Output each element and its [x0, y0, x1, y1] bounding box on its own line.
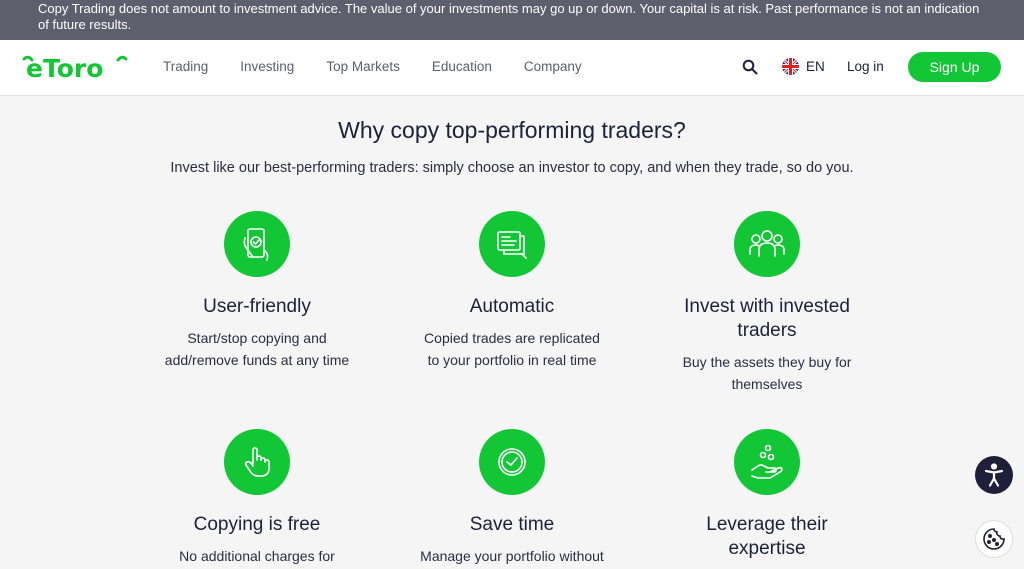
nav-education[interactable]: Education [432, 59, 492, 74]
people-icon [734, 211, 800, 277]
accessibility-button[interactable] [975, 456, 1013, 494]
uk-flag-icon [782, 58, 799, 75]
top-navbar: eToro Trading Investing Top Markets Educ… [0, 40, 1024, 96]
feature-description: No additional charges for [179, 548, 335, 564]
etoro-logo[interactable]: eToro [22, 51, 128, 81]
feature-title: Save time [469, 514, 555, 535]
feature-save-time: Save time Manage your portfolio without [392, 429, 632, 567]
feature-copying-is-free: Copying is free No additional charges fo… [137, 429, 377, 567]
feature-title: Automatic [469, 296, 555, 317]
section-subtitle: Invest like our best-performing traders:… [170, 160, 854, 176]
feature-automatic: Automatic Copied trades are replicated t… [392, 211, 632, 371]
cookie-icon [983, 528, 1005, 550]
clock-icon [479, 429, 545, 495]
section-title: Why copy top-performing traders? [338, 117, 686, 143]
feature-description: Start/stop copying and add/remove funds … [164, 330, 350, 368]
language-selector[interactable]: EN [782, 58, 825, 75]
hand-coins-icon [734, 429, 800, 495]
feature-title: Leverage their expertise [706, 514, 828, 559]
feature-description: Copied trades are replicated to your por… [424, 330, 600, 368]
login-link[interactable]: Log in [847, 59, 884, 74]
sign-up-button[interactable]: Sign Up [908, 52, 1001, 82]
cookie-settings-button[interactable] [975, 520, 1013, 558]
language-label: EN [806, 59, 825, 74]
pointing-hand-icon [224, 429, 290, 495]
nav-top-markets[interactable]: Top Markets [326, 59, 400, 74]
phone-hand-icon [224, 211, 290, 277]
feature-description: Manage your portfolio without [420, 548, 604, 564]
feature-invest-with-invested-traders: Invest with invested traders Buy the ass… [647, 211, 887, 395]
screens-icon [479, 211, 545, 277]
svg-text:eToro: eToro [26, 54, 103, 81]
nav-investing[interactable]: Investing [240, 59, 294, 74]
feature-title: Copying is free [193, 514, 321, 535]
feature-title: User-friendly [203, 296, 311, 317]
search-icon[interactable] [742, 59, 758, 75]
nav-company[interactable]: Company [524, 59, 582, 74]
main-menu: Trading Investing Top Markets Education … [163, 59, 614, 74]
feature-title: Invest with invested traders [684, 296, 850, 341]
accessibility-icon [984, 463, 1004, 487]
feature-leverage-their-expertise: Leverage their expertise [647, 429, 887, 569]
feature-description: Buy the assets they buy for themselves [682, 354, 852, 392]
feature-user-friendly: User-friendly Start/stop copying and add… [137, 211, 377, 371]
risk-warning-banner: Copy Trading does not amount to investme… [0, 0, 1024, 40]
nav-trading[interactable]: Trading [163, 59, 208, 74]
